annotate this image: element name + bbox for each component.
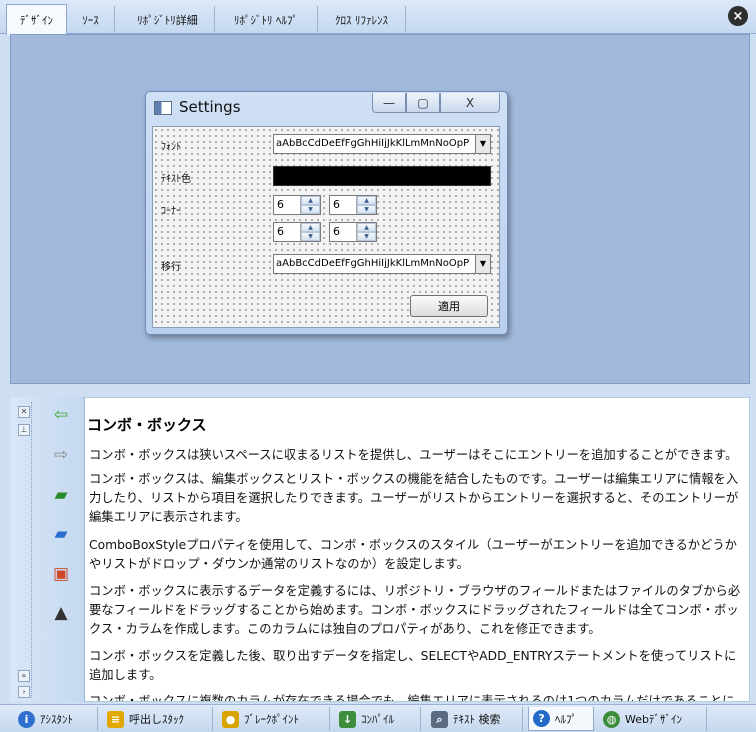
tab-breakpoints[interactable]: ● ﾌﾞﾚｰｸﾎﾟｲﾝﾄ [218, 707, 330, 731]
pane-splitter[interactable] [0, 388, 756, 396]
tab-design[interactable]: ﾃﾞｻﾞｲﾝ [6, 4, 67, 35]
tab-call-stack[interactable]: ≡ 呼出しｽﾀｯｸ [103, 707, 213, 731]
help-paragraph: ComboBoxStyleプロパティを使用して、コンボ・ボックスのスタイル（ユー… [89, 538, 737, 571]
designer-tab-strip: ﾃﾞｻﾞｲﾝ ｿｰｽ ﾘﾎﾟｼﾞﾄﾘ詳細 ﾘﾎﾟｼﾞﾄﾘ ﾍﾙﾌﾟ ｸﾛｽ ﾘﾌ… [0, 0, 756, 35]
index-icon[interactable]: ▣ [50, 563, 72, 585]
window-icon [154, 101, 172, 115]
close-icon[interactable]: ✕ [18, 406, 30, 418]
stack-icon: ≡ [107, 710, 124, 728]
maximize-icon: ▢ [417, 95, 429, 110]
corner-spinner-1[interactable]: 6 ▲ ▼ [273, 195, 321, 215]
info-icon: i [18, 710, 35, 728]
breakpoint-icon: ● [222, 710, 239, 728]
dialog-body: ﾌｫﾝﾄ aAbBcCdDeEfFgGhHiIjJkKlLmMnNoOpP ▼ … [152, 126, 500, 328]
help-paragraph: コンボ・ボックスは、編集ボックスとリスト・ボックスの機能を結合したものです。ユー… [89, 472, 739, 524]
spin-down-icon[interactable]: ▼ [357, 232, 376, 241]
tab-repository-help[interactable]: ﾘﾎﾟｼﾞﾄﾘ ﾍﾙﾌﾟ [215, 6, 318, 34]
spin-up-icon[interactable]: ▲ [301, 196, 320, 205]
help-paragraph: コンボ・ボックスは狭いスペースに収まるリストを提供し、ユーザーはそこにエントリー… [89, 448, 738, 462]
dialog-title: Settings [179, 98, 241, 116]
spin-down-icon[interactable]: ▼ [357, 205, 376, 214]
help-title: コンボ・ボックス [87, 416, 207, 434]
spin-up-icon[interactable]: ▲ [301, 223, 320, 232]
help-paragraph: コンボ・ボックスに複数のカラムが存在できる場合でも、編集エリアに表示されるのは1… [89, 694, 735, 702]
web-design-icon: ◍ [603, 710, 620, 728]
transition-combo-value: aAbBcCdDeEfFgGhHiIjJkKlLmMnNoOpP [276, 258, 470, 269]
text-search-icon: ⌕ [431, 710, 448, 728]
maximize-button[interactable]: ▢ [406, 93, 440, 113]
close-icon[interactable]: × [728, 6, 748, 26]
book-icon[interactable]: ▰ [50, 523, 72, 545]
tab-repository-details[interactable]: ﾘﾎﾟｼﾞﾄﾘ詳細 [121, 6, 215, 34]
font-combo-value: aAbBcCdDeEfFgGhHiIjJkKlLmMnNoOpP [276, 138, 470, 149]
chevron-down-icon[interactable]: ▼ [475, 255, 490, 273]
scroll-left-icon[interactable]: « [18, 670, 30, 682]
close-icon: X [465, 95, 475, 110]
help-content: コンボ・ボックス コンボ・ボックスは狭いスペースに収まるリストを提供し、ユーザー… [85, 397, 750, 702]
transition-label: 移行 [161, 262, 181, 273]
corner-label: ｺｰﾅｰ [161, 206, 181, 217]
font-combo[interactable]: aAbBcCdDeEfFgGhHiIjJkKlLmMnNoOpP ▼ [273, 134, 491, 154]
spin-down-icon[interactable]: ▼ [301, 232, 320, 241]
forward-arrow-icon[interactable]: ⇨ [50, 444, 72, 466]
apply-button[interactable]: 適用 [410, 295, 488, 317]
pin-icon[interactable]: ⊥ [18, 424, 30, 436]
dialog-close-button[interactable]: X [440, 93, 500, 113]
scroll-right-icon[interactable]: › [18, 686, 30, 698]
chevron-down-icon[interactable]: ▼ [475, 135, 490, 153]
tab-assistant[interactable]: i ｱｼｽﾀﾝﾄ [14, 707, 98, 731]
corner-spinner-2[interactable]: 6 ▲ ▼ [329, 195, 377, 215]
tab-cross-reference[interactable]: ｸﾛｽ ﾘﾌｧﾚﾝｽ [318, 6, 406, 34]
help-icon: ? [533, 710, 550, 727]
back-arrow-icon[interactable]: ⇦ [50, 404, 72, 426]
text-color-label: ﾃｷｽﾄ色 [161, 174, 191, 185]
books-icon[interactable]: ▰ [50, 484, 72, 506]
minimize-button[interactable]: — [372, 93, 406, 113]
font-label: ﾌｫﾝﾄ [161, 142, 181, 153]
tab-compile[interactable]: ↓ ｺﾝﾊﾟｲﾙ [335, 707, 421, 731]
graduation-cap-icon[interactable]: ▲ [50, 602, 72, 624]
spin-up-icon[interactable]: ▲ [357, 223, 376, 232]
tab-text-search[interactable]: ⌕ ﾃｷｽﾄ 検索 [427, 707, 523, 731]
settings-dialog[interactable]: Settings — ▢ X ﾌｫﾝﾄ aAbBcCdDeEfFgGhHiIjJ… [145, 91, 508, 335]
tab-source[interactable]: ｿｰｽ [67, 6, 115, 34]
transition-combo[interactable]: aAbBcCdDeEfFgGhHiIjJkKlLmMnNoOpP ▼ [273, 254, 491, 274]
help-paragraph: コンボ・ボックスを定義した後、取り出すデータを指定し、SELECTやADD_EN… [89, 649, 737, 682]
pane-pin-strip [14, 402, 32, 698]
minimize-icon: — [383, 95, 395, 110]
tab-help[interactable]: ? ﾍﾙﾌﾟ [528, 707, 594, 731]
spin-down-icon[interactable]: ▼ [301, 205, 320, 214]
corner-spinner-3[interactable]: 6 ▲ ▼ [273, 222, 321, 242]
tool-window-bar: i ｱｼｽﾀﾝﾄ ≡ 呼出しｽﾀｯｸ ● ﾌﾞﾚｰｸﾎﾟｲﾝﾄ ↓ ｺﾝﾊﾟｲﾙ ⌕ ﾃｷ… [0, 704, 756, 732]
help-paragraph: コンボ・ボックスに表示するデータを定義するには、リポジトリ・ブラウザのフィールド… [89, 584, 741, 636]
text-color-swatch[interactable] [273, 166, 491, 186]
compile-icon: ↓ [339, 710, 356, 728]
corner-spinner-4[interactable]: 6 ▲ ▼ [329, 222, 377, 242]
tab-web-design[interactable]: ◍ Webﾃﾞｻﾞｲﾝ [599, 707, 707, 731]
spin-up-icon[interactable]: ▲ [357, 196, 376, 205]
